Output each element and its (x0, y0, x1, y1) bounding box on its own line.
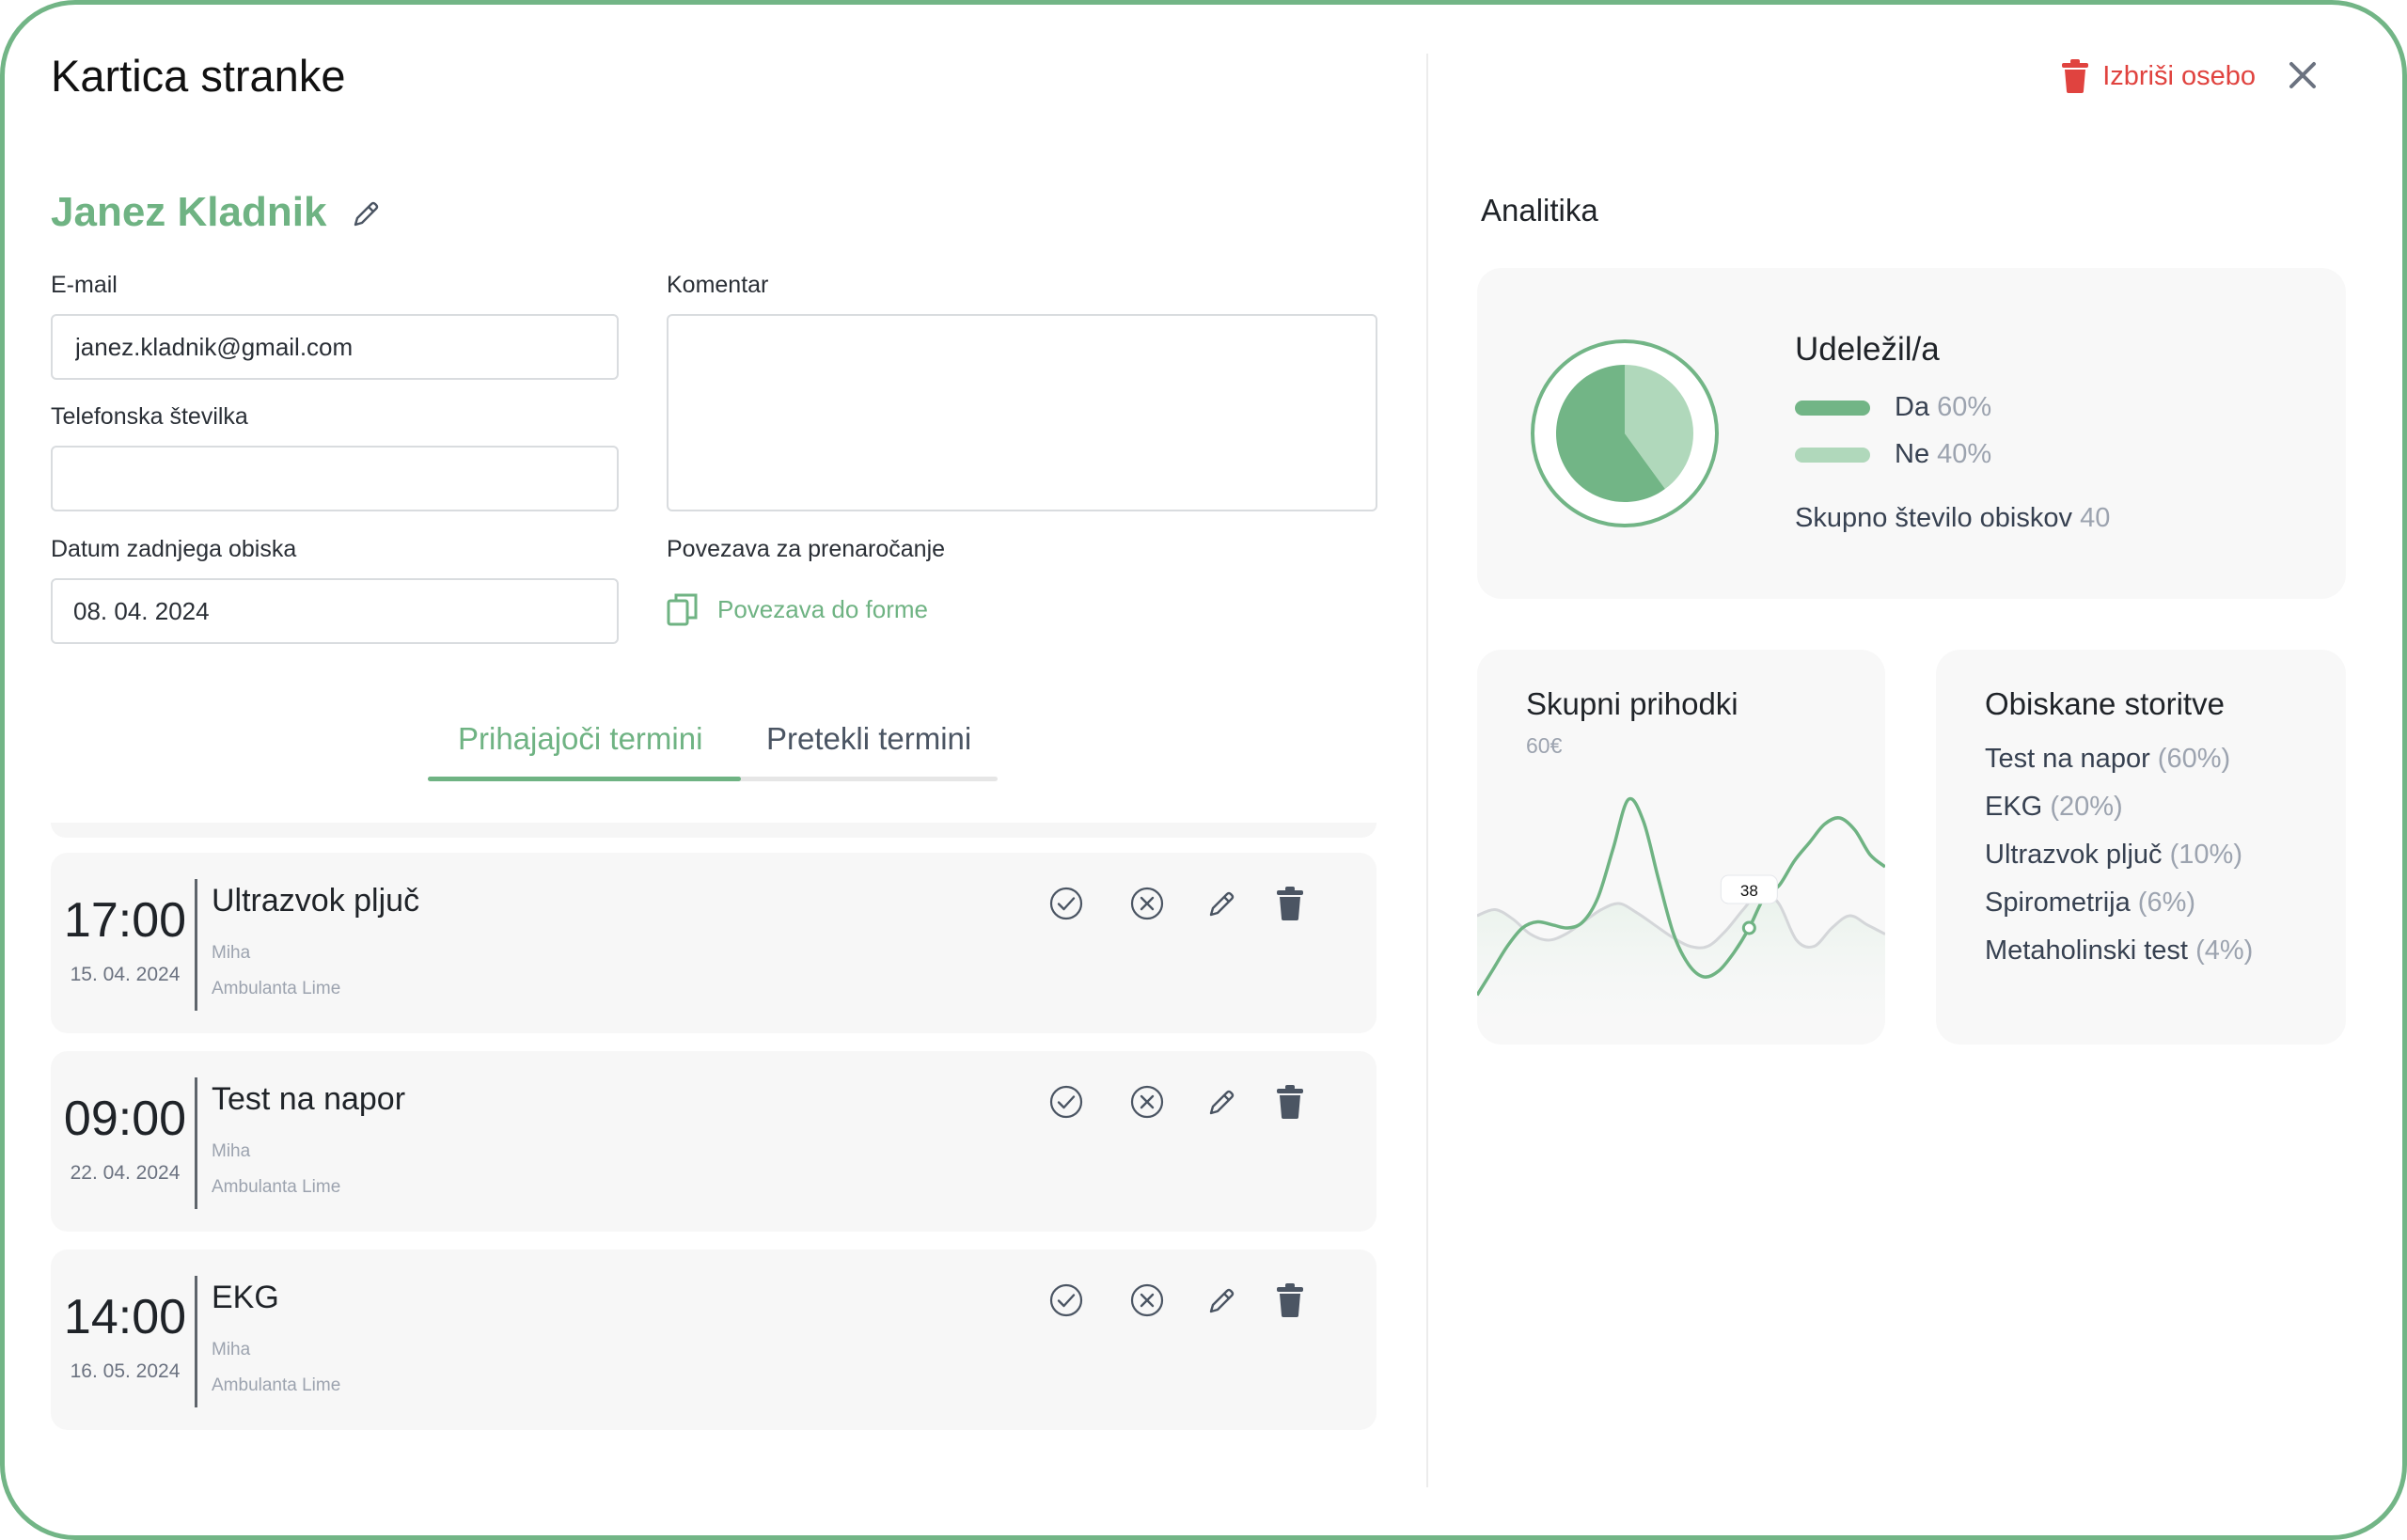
appointment-location: Ambulanta Lime (212, 1375, 341, 1395)
dialog-title: Kartica stranke (51, 51, 346, 101)
column-divider (1426, 54, 1428, 1487)
service-item: EKG (20%) (1985, 792, 2123, 823)
client-card-dialog: Kartica stranke Izbriši osebo Janez Klad… (0, 0, 2407, 1540)
total-visits: Skupno število obiskov 40 (1795, 503, 2110, 534)
revenue-value: 60€ (1526, 733, 1563, 758)
cancel-icon[interactable] (1129, 886, 1165, 921)
confirm-icon[interactable] (1048, 886, 1084, 921)
service-pct: (60%) (2157, 744, 2231, 774)
email-field[interactable] (51, 314, 619, 380)
phone-field[interactable] (51, 446, 619, 511)
attendance-pie (1531, 339, 1719, 527)
revenue-area (1477, 890, 1885, 1045)
appointment-doctor: Miha (212, 1340, 251, 1359)
edit-icon[interactable] (1204, 1084, 1240, 1120)
service-name: Metaholinski test (1985, 935, 2188, 966)
legend-yes: Da 60% (1795, 392, 1991, 423)
appointment-divider (195, 1276, 197, 1407)
delete-person-label: Izbriši osebo (2102, 60, 2256, 91)
email-label: E-mail (51, 272, 118, 298)
rebook-link[interactable]: Povezava do forme (667, 592, 928, 626)
appointment-divider (195, 1077, 197, 1209)
delete-person-button[interactable]: Izbriši osebo (2061, 57, 2256, 95)
comment-label: Komentar (667, 272, 769, 298)
confirm-icon[interactable] (1048, 1282, 1084, 1318)
appointment-date: 16. 05. 2024 (70, 1360, 181, 1382)
service-pct: (20%) (2050, 792, 2123, 822)
appointment-date: 15. 04. 2024 (70, 964, 181, 985)
appointment-card[interactable]: 17:00 15. 04. 2024 Ultrazvok pljuč Miha Ambu… (51, 853, 1377, 1033)
legend-yes-pct: 60% (1937, 392, 1992, 422)
service-item: Ultrazvok pljuč (10%) (1985, 840, 2242, 871)
legend-yes-label: Da (1895, 392, 1930, 422)
edit-icon[interactable] (1204, 886, 1240, 921)
trash-icon (2062, 59, 2089, 93)
revenue-point-highlight[interactable] (1741, 920, 1756, 935)
service-name: Spirometrija (1985, 888, 2131, 918)
analytics-title: Analitika (1481, 193, 1598, 228)
phone-label: Telefonska številka (51, 403, 248, 430)
delete-icon[interactable] (1272, 1084, 1308, 1120)
appointment-doctor: Miha (212, 1141, 251, 1161)
rebook-link-label: Povezava do forme (717, 594, 929, 623)
pencil-icon[interactable] (351, 199, 381, 229)
appointment-location: Ambulanta Lime (212, 979, 341, 998)
appointment-card[interactable]: 09:00 22. 04. 2024 Test na napor Miha Ambula… (51, 1051, 1377, 1232)
close-icon[interactable] (2283, 55, 2322, 95)
legend-no-pct: 40% (1937, 439, 1992, 469)
tab-past[interactable]: Pretekli termini (766, 721, 971, 757)
confirm-icon[interactable] (1048, 1084, 1084, 1120)
service-pct: (6%) (2137, 888, 2196, 918)
appointment-card[interactable]: 14:00 16. 05. 2024 EKG Miha Ambulanta Lime (51, 1249, 1377, 1430)
service-item: Metaholinski test (4%) (1985, 935, 2253, 966)
appointment-service: Test na napor (212, 1081, 406, 1117)
appointment-service: Ultrazvok pljuč (212, 883, 420, 919)
copy-icon (667, 593, 698, 626)
cancel-icon[interactable] (1129, 1282, 1165, 1318)
cancel-icon[interactable] (1129, 1084, 1165, 1120)
total-visits-value: 40 (2080, 503, 2111, 533)
revenue-title: Skupni prihodki (1526, 686, 1738, 721)
edit-icon[interactable] (1204, 1282, 1240, 1318)
appointment-date: 22. 04. 2024 (70, 1162, 181, 1184)
delete-icon[interactable] (1272, 886, 1308, 921)
delete-icon[interactable] (1272, 1282, 1308, 1318)
total-visits-label: Skupno število obiskov (1795, 503, 2072, 533)
legend-no-swatch (1795, 447, 1870, 463)
service-item: Test na napor (60%) (1985, 744, 2230, 775)
appointment-time: 17:00 (63, 893, 187, 948)
appointment-time: 14:00 (63, 1290, 187, 1344)
service-name: EKG (1985, 792, 2043, 822)
list-item-partial (51, 823, 1377, 838)
comment-field[interactable] (667, 314, 1377, 511)
service-pct: (4%) (2195, 935, 2254, 966)
legend-no: Ne 40% (1795, 439, 1991, 470)
last-visit-field[interactable] (51, 578, 619, 644)
appointment-time: 09:00 (63, 1092, 187, 1146)
appointment-location: Ambulanta Lime (212, 1177, 341, 1197)
appointment-doctor: Miha (212, 943, 251, 963)
revenue-line-secondary (1477, 889, 1885, 950)
appointment-tabs: Prihajajoči termini Pretekli termini (428, 712, 998, 781)
last-visit-label: Datum zadnjega obiska (51, 536, 297, 562)
rebook-label: Povezava za prenaročanje (667, 536, 946, 562)
service-name: Test na napor (1985, 744, 2150, 774)
legend-yes-swatch (1795, 400, 1870, 416)
appointment-service: EKG (212, 1280, 279, 1315)
services-title: Obiskane storitve (1985, 686, 2225, 721)
service-item: Spirometrija (6%) (1985, 888, 2195, 919)
client-name: Janez Kladnik (51, 189, 327, 235)
revenue-tooltip-label: 38 (1740, 882, 1758, 900)
appointment-divider (195, 879, 197, 1011)
attendance-title: Udeležil/a (1795, 331, 1940, 368)
legend-no-label: Ne (1895, 439, 1930, 469)
service-pct: (10%) (2169, 840, 2242, 870)
tab-upcoming[interactable]: Prihajajoči termini (458, 721, 702, 757)
active-tab-indicator (428, 777, 741, 781)
service-name: Ultrazvok pljuč (1985, 840, 2163, 870)
